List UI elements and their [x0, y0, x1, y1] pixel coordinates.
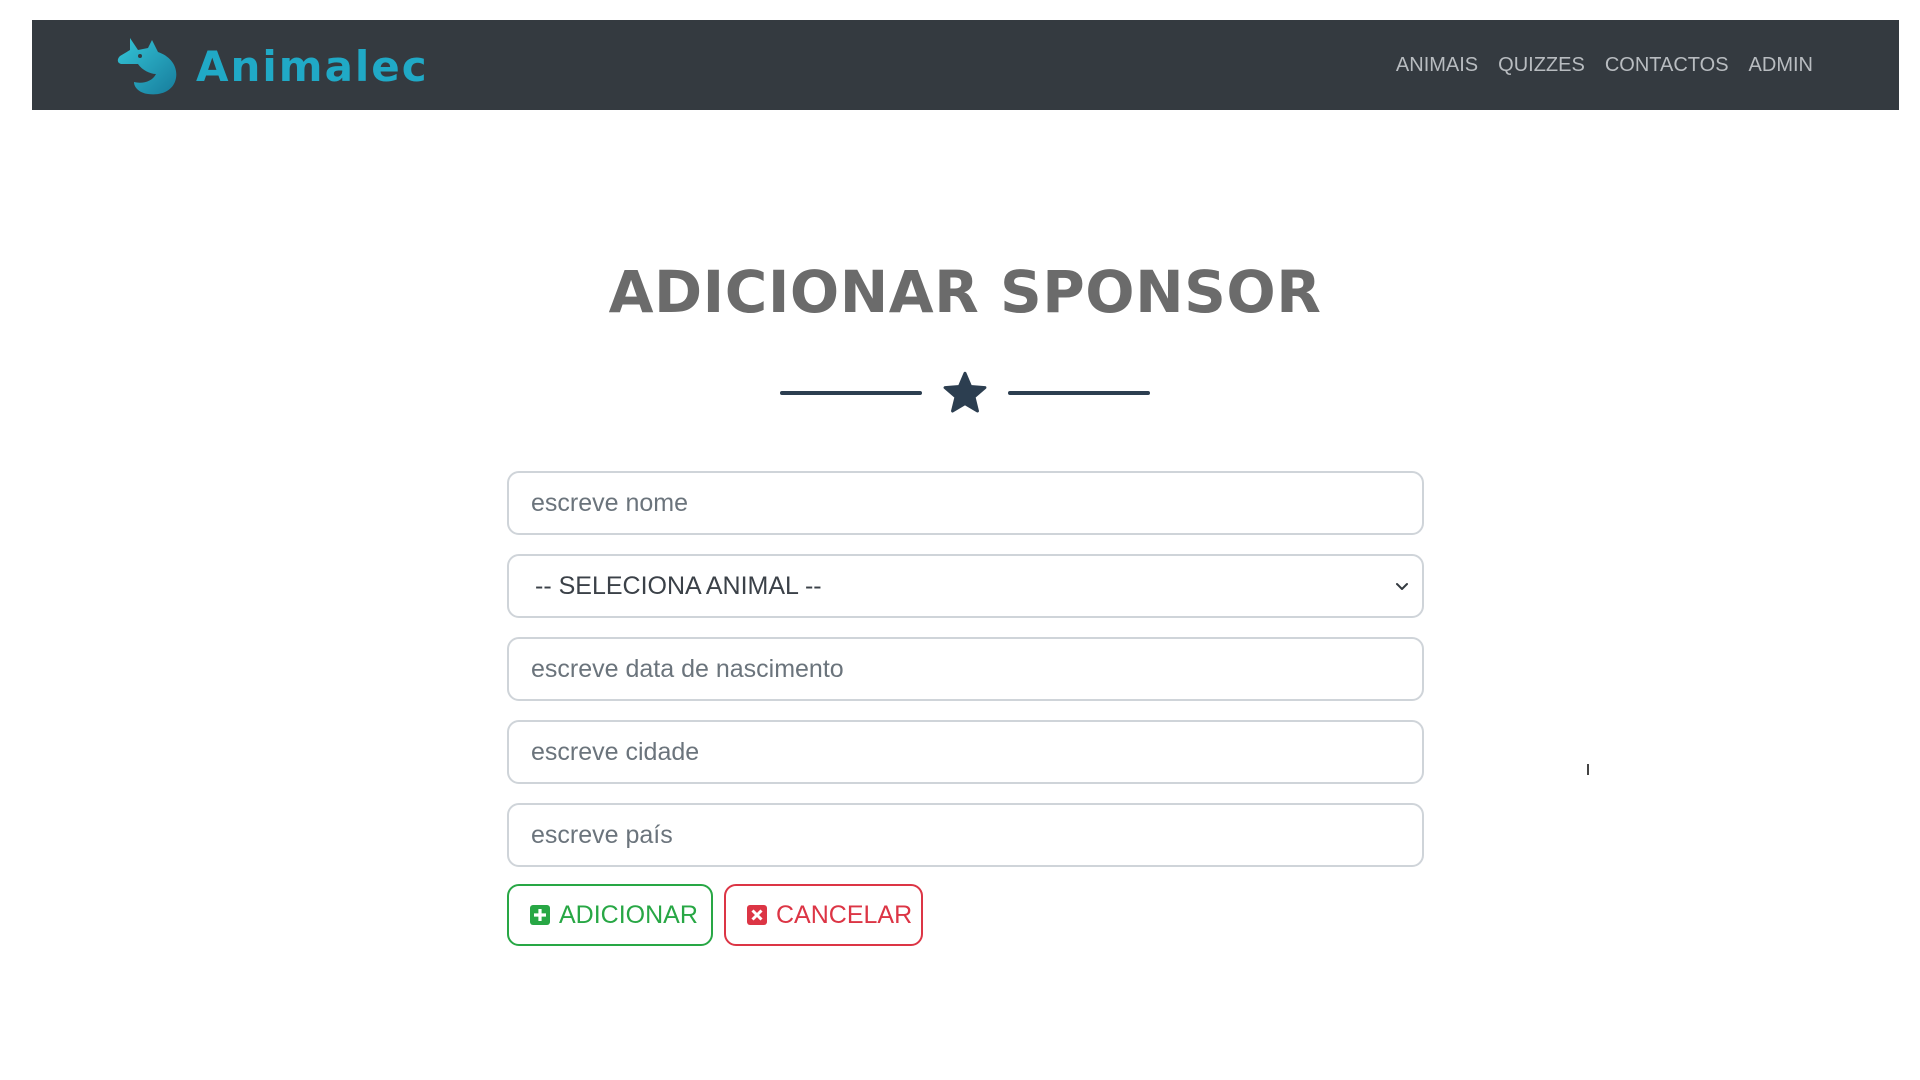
star-icon [943, 371, 987, 413]
nav-links: ANIMAIS QUIZZES CONTACTOS ADMIN [1396, 20, 1813, 110]
plus-square-icon [530, 905, 550, 925]
nav-link-quizzes[interactable]: QUIZZES [1498, 54, 1585, 77]
cancel-button-label: CANCELAR [776, 900, 913, 929]
text-cursor [1587, 764, 1589, 775]
country-input[interactable] [507, 803, 1424, 867]
title-divider [0, 368, 1920, 418]
dog-logo-icon [117, 38, 177, 95]
divider-line-right [1008, 391, 1150, 395]
animal-select[interactable]: -- SELECIONA ANIMAL -- [507, 554, 1424, 618]
page-title: ADICIONAR SPONSOR [608, 258, 1322, 326]
nav-link-admin[interactable]: ADMIN [1749, 54, 1813, 77]
divider-line-left [780, 391, 922, 395]
close-square-icon [747, 905, 767, 925]
top-navbar: Animalec ANIMAIS QUIZZES CONTACTOS ADMIN [32, 20, 1899, 110]
city-input[interactable] [507, 720, 1424, 784]
chevron-down-icon [1396, 583, 1408, 590]
name-input[interactable] [507, 471, 1424, 535]
add-button-label: ADICIONAR [559, 900, 698, 929]
brand-link[interactable]: Animalec [112, 34, 429, 98]
add-button[interactable]: ADICIONAR [507, 884, 713, 946]
sponsor-form: -- SELECIONA ANIMAL -- ADICIONAR CANCELA… [507, 471, 1424, 946]
cancel-button[interactable]: CANCELAR [724, 884, 923, 946]
nav-link-contactos[interactable]: CONTACTOS [1605, 54, 1729, 77]
birthdate-input[interactable] [507, 637, 1424, 701]
brand-name: Animalec [196, 41, 429, 91]
form-buttons: ADICIONAR CANCELAR [507, 884, 1424, 946]
animal-select-value: -- SELECIONA ANIMAL -- [535, 571, 822, 600]
nav-link-animais[interactable]: ANIMAIS [1396, 54, 1478, 77]
